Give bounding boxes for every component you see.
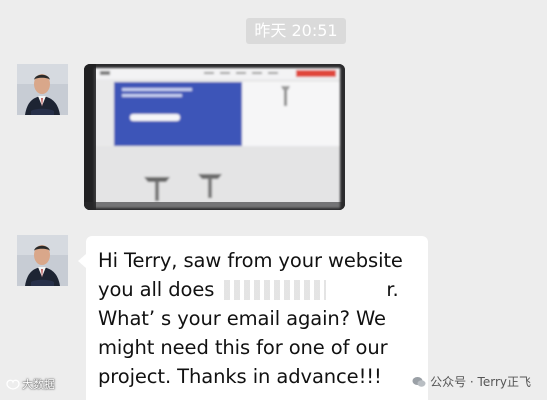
watermark-left-text: 大数据	[22, 378, 55, 391]
message-line: What’ s your email again? We	[98, 307, 386, 330]
watermark-right: 公众号 · Terry正飞	[412, 373, 531, 390]
text-message-bubble[interactable]: Hi Terry, saw from your website you all …	[78, 236, 428, 400]
message-line-text: you all does	[98, 278, 215, 301]
sender-avatar[interactable]	[17, 235, 68, 286]
message-line: might need this for one of our	[98, 336, 388, 359]
message-line-tail: r.	[386, 278, 399, 301]
watermark-logo-icon	[6, 378, 20, 390]
chat-timestamp: 昨天 20:51	[246, 18, 346, 44]
wechat-official-account-icon	[412, 376, 426, 388]
watermark-left: 大数据	[6, 376, 55, 392]
photo-message[interactable]	[84, 64, 345, 210]
message-line: you all does r.	[98, 275, 416, 304]
watermark-right-text: 公众号 · Terry正飞	[430, 375, 531, 389]
redacted-text	[224, 275, 327, 304]
message-line: Hi Terry, saw from your website	[98, 249, 403, 272]
sender-avatar[interactable]	[17, 64, 68, 115]
message-line: project. Thanks in advance!!!	[98, 365, 382, 388]
